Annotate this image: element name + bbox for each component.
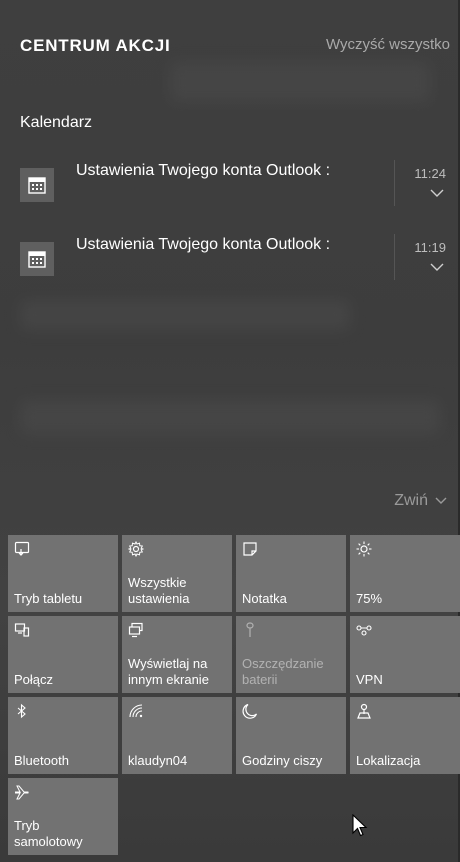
quick-action-label: Lokalizacja	[356, 753, 421, 768]
quick-action-quiet-hours[interactable]: Godziny ciszy	[236, 697, 346, 774]
notification-group-title[interactable]: Kalendarz	[20, 114, 92, 132]
quick-action-vpn[interactable]: VPN	[350, 616, 460, 693]
quick-action-airplane-mode[interactable]: Tryb samolotowy	[8, 778, 118, 855]
action-center-header: CENTRUM AKCJI Wyczyść wszystko	[20, 36, 450, 58]
quick-action-label: Notatka	[242, 591, 287, 606]
clear-all-button[interactable]: Wyczyść wszystko	[326, 36, 450, 53]
quick-action-label: Wszystkie ustawienia	[128, 575, 190, 606]
panel-title: CENTRUM AKCJI	[20, 36, 171, 55]
notification-item[interactable]: Ustawienia Twojego konta Outlook : 11:19	[10, 234, 446, 292]
gear-icon	[128, 541, 144, 557]
collapse-label: Zwiń	[394, 492, 428, 509]
notification-text: Ustawienia Twojego konta Outlook :	[76, 162, 331, 179]
collapse-button[interactable]: Zwiń	[394, 492, 448, 510]
quick-action-all-settings[interactable]: Wszystkie ustawienia	[122, 535, 232, 612]
quick-action-label: Oszczędzanie baterii	[242, 656, 324, 687]
quick-action-battery-saver[interactable]: Oszczędzanie baterii	[236, 616, 346, 693]
wifi-icon	[129, 704, 143, 718]
divider	[394, 160, 395, 206]
battery-saver-icon	[246, 622, 254, 637]
calendar-icon	[20, 168, 54, 202]
quick-action-tablet-mode[interactable]: Tryb tabletu	[8, 535, 118, 612]
quick-action-project[interactable]: Wyświetlaj na innym ekranie	[122, 616, 232, 693]
mouse-cursor-icon	[352, 814, 368, 837]
airplane-icon	[15, 785, 29, 800]
project-icon	[128, 622, 143, 638]
connect-icon	[14, 623, 30, 637]
blurred-background	[20, 400, 440, 434]
divider	[394, 234, 395, 280]
quick-action-label: VPN	[356, 672, 383, 687]
quick-action-label: Wyświetlaj na innym ekranie	[128, 656, 209, 687]
quick-action-label: Bluetooth	[14, 753, 69, 768]
note-icon	[243, 542, 257, 556]
quick-action-note[interactable]: Notatka	[236, 535, 346, 612]
notification-time: 11:24	[414, 166, 446, 181]
brightness-icon	[356, 541, 372, 557]
vpn-icon	[356, 625, 372, 636]
blurred-background	[20, 300, 350, 330]
chevron-down-icon[interactable]	[428, 260, 446, 274]
chevron-down-icon[interactable]	[428, 186, 446, 200]
action-center-panel: CENTRUM AKCJI Wyczyść wszystko Kalendarz…	[0, 0, 460, 862]
quick-action-location[interactable]: Lokalizacja	[350, 697, 460, 774]
notification-text: Ustawienia Twojego konta Outlook :	[76, 236, 331, 253]
quick-action-label: klaudyn04	[128, 753, 188, 768]
quick-action-bluetooth[interactable]: Bluetooth	[8, 697, 118, 774]
calendar-icon	[20, 242, 54, 276]
bluetooth-icon	[17, 703, 26, 719]
blurred-background	[170, 62, 430, 102]
quick-action-label: Tryb tabletu	[14, 591, 83, 606]
quick-action-connect[interactable]: Połącz	[8, 616, 118, 693]
notification-time: 11:19	[414, 240, 446, 255]
quick-action-label: Tryb samolotowy	[14, 818, 83, 849]
tablet-mode-icon	[14, 541, 30, 556]
chevron-down-icon	[435, 497, 447, 504]
moon-icon	[242, 703, 258, 719]
location-icon	[357, 703, 371, 719]
quick-action-label: Godziny ciszy	[242, 753, 323, 768]
quick-action-label: 75%	[356, 591, 383, 606]
notification-item[interactable]: Ustawienia Twojego konta Outlook : 11:24	[10, 160, 446, 218]
quick-action-wifi[interactable]: klaudyn04	[122, 697, 232, 774]
quick-action-brightness[interactable]: 75%	[350, 535, 460, 612]
quick-action-label: Połącz	[14, 672, 54, 687]
